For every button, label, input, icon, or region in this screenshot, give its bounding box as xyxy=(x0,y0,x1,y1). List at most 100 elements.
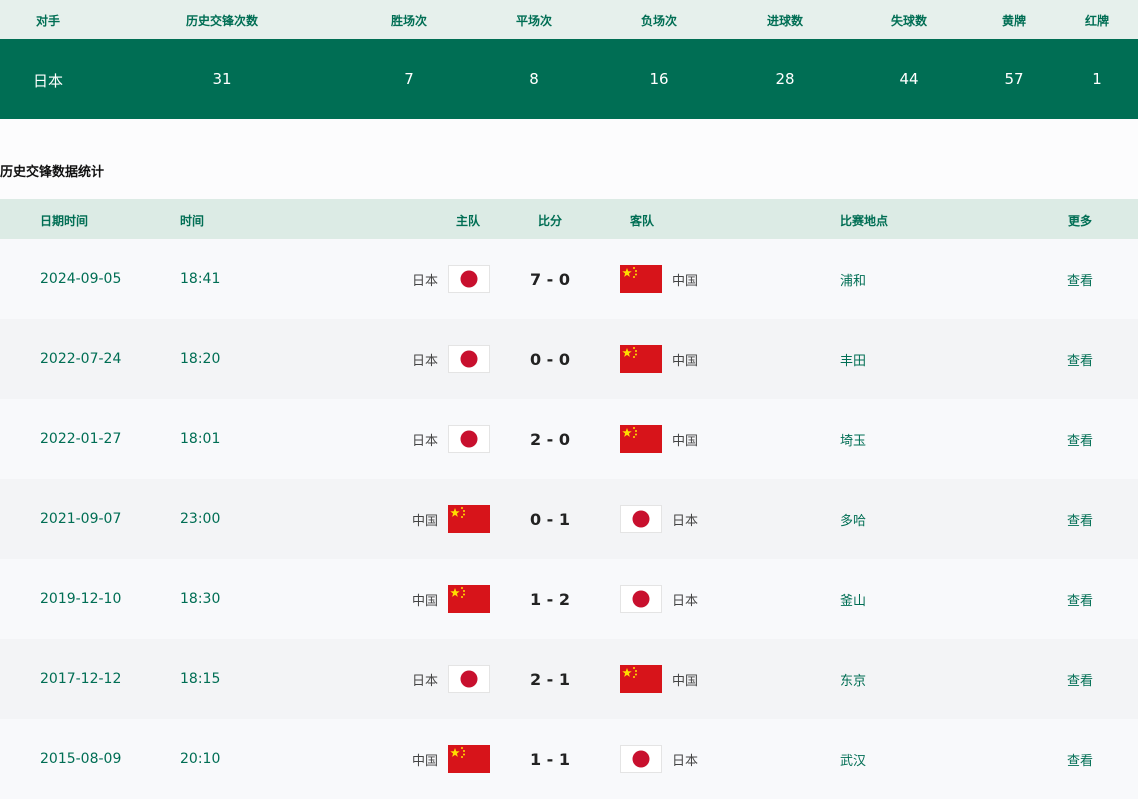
view-details-link[interactable]: 查看 xyxy=(1067,479,1093,559)
view-details-link[interactable]: 查看 xyxy=(1067,399,1093,479)
summary-draws: 8 xyxy=(529,70,539,88)
match-date: 2024-09-05 xyxy=(40,271,122,287)
away-team: 中国 xyxy=(620,399,698,479)
home-team-name: 中国 xyxy=(411,753,438,769)
match-date: 2022-07-24 xyxy=(40,351,122,367)
home-china-flag-icon xyxy=(448,745,490,773)
view-details-link[interactable]: 查看 xyxy=(1067,559,1093,639)
away-team-name: 中国 xyxy=(672,433,699,449)
header-score: 比分 xyxy=(537,214,563,228)
summary-header-yellow-cards: 黄牌 xyxy=(1001,14,1027,28)
header-more: 更多 xyxy=(1067,214,1093,228)
match-row: 2017-12-12 18:15 日本 2 - 1 中国 东京 查看 xyxy=(0,639,1138,719)
away-team-name: 中国 xyxy=(672,673,699,689)
summary-opponent: 日本 xyxy=(32,72,64,90)
match-time: 18:15 xyxy=(180,671,221,687)
view-details-link[interactable]: 查看 xyxy=(1067,239,1093,319)
away-team: 中国 xyxy=(620,239,698,319)
match-venue: 武汉 xyxy=(840,753,867,769)
home-team: 日本 xyxy=(412,319,490,399)
match-time: 18:41 xyxy=(180,271,221,287)
match-venue: 埼玉 xyxy=(840,433,867,449)
match-row: 2022-07-24 18:20 日本 0 - 0 中国 丰田 查看 xyxy=(0,319,1138,399)
away-japan-flag-icon xyxy=(620,745,662,773)
match-venue: 丰田 xyxy=(840,353,867,369)
match-score: 0 - 1 xyxy=(529,509,571,529)
away-team: 中国 xyxy=(620,319,698,399)
section-title: 历史交锋数据统计 xyxy=(0,165,105,180)
view-details-link[interactable]: 查看 xyxy=(1067,319,1093,399)
match-date: 2017-12-12 xyxy=(40,671,122,687)
away-china-flag-icon xyxy=(620,265,662,293)
match-table-header: 日期时间 时间 主队 比分 客队 比赛地点 更多 xyxy=(0,199,1138,239)
home-team: 日本 xyxy=(412,639,490,719)
home-team: 日本 xyxy=(412,399,490,479)
match-venue: 东京 xyxy=(840,673,867,689)
away-team: 日本 xyxy=(620,719,698,799)
match-time: 20:10 xyxy=(180,751,221,767)
home-japan-flag-icon xyxy=(448,665,490,693)
home-japan-flag-icon xyxy=(448,265,490,293)
home-china-flag-icon xyxy=(448,585,490,613)
home-team: 日本 xyxy=(412,239,490,319)
home-japan-flag-icon xyxy=(448,345,490,373)
header-venue: 比赛地点 xyxy=(840,214,889,228)
summary-header-matches: 历史交锋次数 xyxy=(185,14,259,28)
match-row: 2022-01-27 18:01 日本 2 - 0 中国 埼玉 查看 xyxy=(0,399,1138,479)
away-team-name: 中国 xyxy=(672,353,699,369)
match-row: 2021-09-07 23:00 中国 0 - 1 日本 多哈 查看 xyxy=(0,479,1138,559)
away-china-flag-icon xyxy=(620,665,662,693)
home-china-flag-icon xyxy=(448,505,490,533)
home-team-name: 日本 xyxy=(411,353,438,369)
away-team: 中国 xyxy=(620,639,698,719)
home-team-name: 中国 xyxy=(411,593,438,609)
away-china-flag-icon xyxy=(620,345,662,373)
away-team-name: 日本 xyxy=(672,513,699,529)
home-team-name: 中国 xyxy=(411,513,438,529)
match-score: 1 - 1 xyxy=(529,749,571,769)
home-team-name: 日本 xyxy=(411,433,438,449)
match-row: 2019-12-10 18:30 中国 1 - 2 日本 釜山 查看 xyxy=(0,559,1138,639)
header-time: 时间 xyxy=(180,214,205,228)
summary-red-cards: 1 xyxy=(1092,70,1102,88)
home-team: 中国 xyxy=(412,719,490,799)
summary-header-goals-against: 失球数 xyxy=(890,14,928,28)
match-time: 23:00 xyxy=(180,511,221,527)
match-venue: 多哈 xyxy=(840,513,867,529)
match-list: 2024-09-05 18:41 日本 7 - 0 中国 浦和 查看 2022-… xyxy=(0,239,1138,799)
away-china-flag-icon xyxy=(620,425,662,453)
match-date: 2022-01-27 xyxy=(40,431,122,447)
view-details-link[interactable]: 查看 xyxy=(1067,719,1093,799)
away-team: 日本 xyxy=(620,559,698,639)
away-japan-flag-icon xyxy=(620,585,662,613)
match-score: 2 - 0 xyxy=(529,429,571,449)
away-team: 日本 xyxy=(620,479,698,559)
match-date: 2021-09-07 xyxy=(40,511,122,527)
match-venue: 釜山 xyxy=(840,593,867,609)
summary-header-red-cards: 红牌 xyxy=(1084,14,1110,28)
summary-wins: 7 xyxy=(404,70,414,88)
summary-data-row: 日本 31 7 8 16 28 44 57 1 xyxy=(0,39,1138,119)
summary-losses: 16 xyxy=(649,70,669,88)
header-away: 客队 xyxy=(629,214,655,228)
summary-header-opponent: 对手 xyxy=(35,14,61,28)
home-team-name: 日本 xyxy=(411,273,438,289)
match-score: 0 - 0 xyxy=(529,349,571,369)
match-time: 18:01 xyxy=(180,431,221,447)
away-team-name: 日本 xyxy=(672,593,699,609)
summary-goals-for: 28 xyxy=(775,70,795,88)
match-time: 18:20 xyxy=(180,351,221,367)
summary-header-losses: 负场次 xyxy=(640,14,678,28)
home-team: 中国 xyxy=(412,559,490,639)
match-time: 18:30 xyxy=(180,591,221,607)
match-date: 2015-08-09 xyxy=(40,751,122,767)
view-details-link[interactable]: 查看 xyxy=(1067,639,1093,719)
summary-header-goals-for: 进球数 xyxy=(766,14,804,28)
match-score: 2 - 1 xyxy=(529,669,571,689)
away-japan-flag-icon xyxy=(620,505,662,533)
match-score: 1 - 2 xyxy=(529,589,571,609)
match-venue: 浦和 xyxy=(840,273,867,289)
summary-yellow-cards: 57 xyxy=(1004,70,1024,88)
home-team: 中国 xyxy=(412,479,490,559)
header-date: 日期时间 xyxy=(40,214,89,228)
